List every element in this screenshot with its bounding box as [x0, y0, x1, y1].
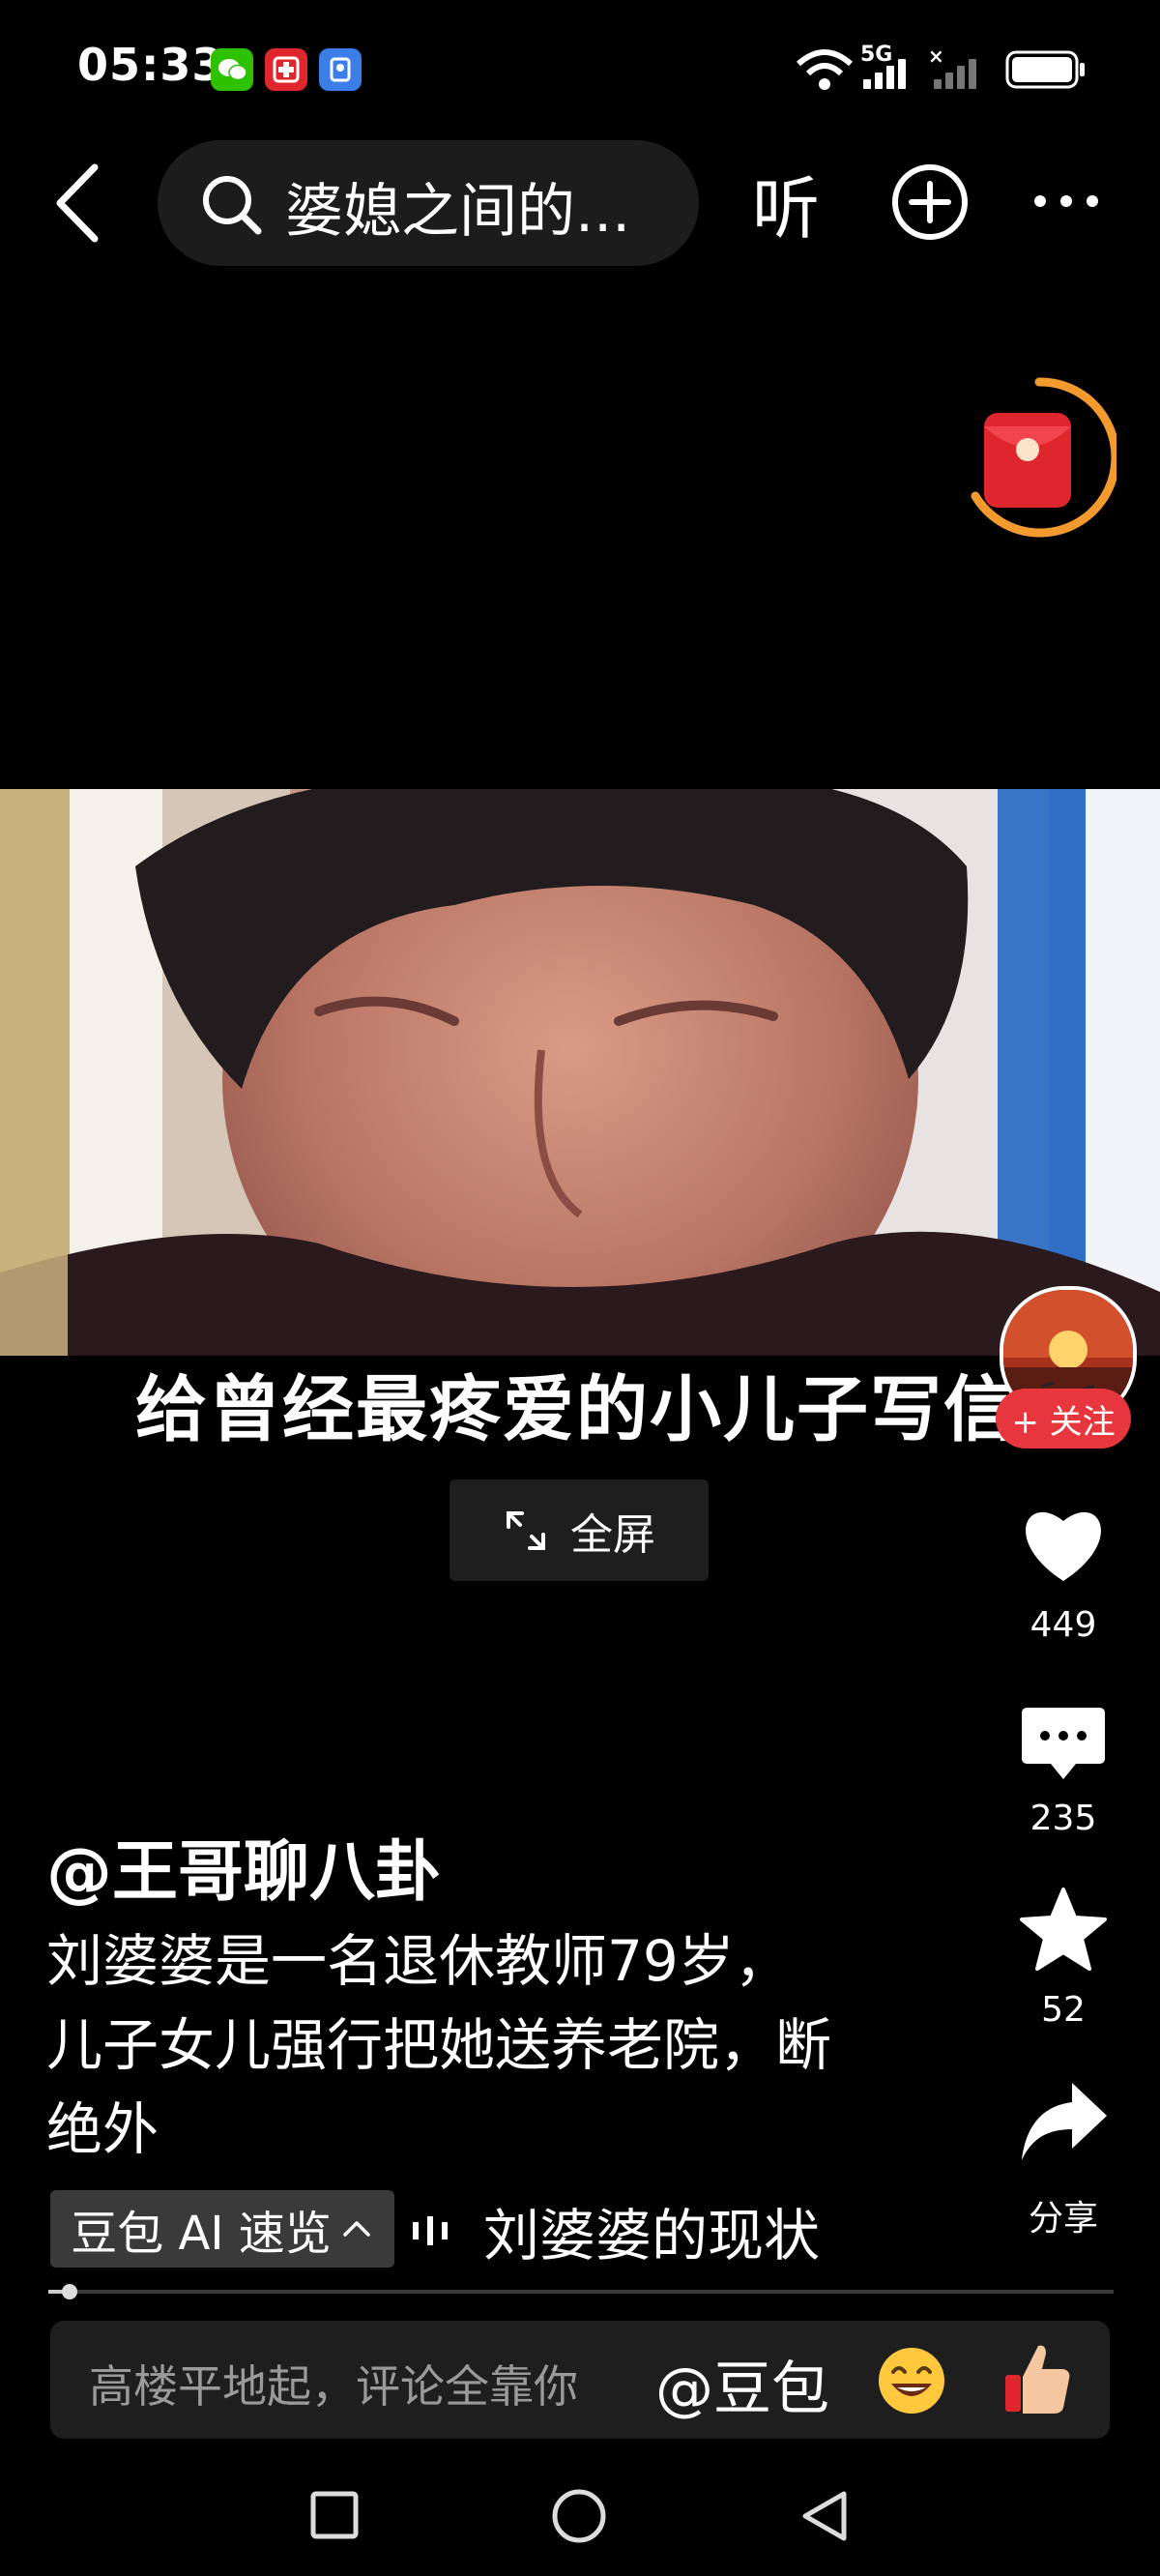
audio-wave-icon	[411, 2214, 455, 2251]
favorite-count: 52	[1041, 1990, 1086, 2030]
ai-tag-label: 豆包 AI 速览	[71, 2207, 332, 2261]
fullscreen-button[interactable]: 全屏	[450, 1479, 709, 1581]
share-label[interactable]: 分享	[1005, 2190, 1121, 2240]
wechat-icon	[211, 48, 253, 91]
status-time: 05:33	[77, 39, 224, 91]
comment-count: 235	[1030, 1799, 1097, 1838]
mention-doubao-button[interactable]: @豆包	[655, 2342, 829, 2426]
expand-icon	[507, 1510, 545, 1550]
signal-strength-2-icon: ×	[928, 44, 988, 89]
video-player[interactable]	[0, 789, 1160, 1356]
ai-summary-text: 刘婆婆的现状	[483, 2203, 821, 2269]
comment-icon[interactable]	[1020, 1704, 1107, 1787]
like-icon[interactable]	[1020, 1504, 1107, 1587]
like-count: 449	[1030, 1605, 1097, 1645]
comment-placeholder: 高楼平地起，评论全靠你	[89, 2360, 578, 2413]
fullscreen-label: 全屏	[570, 1509, 655, 1560]
red-packet-reward-icon[interactable]	[962, 372, 1120, 550]
video-description[interactable]: 刘婆婆是一名退休教师79岁， 儿子女儿强行把她送养老院，断 绝外	[46, 1919, 936, 2172]
blue-app-icon	[319, 48, 362, 91]
share-icon[interactable]	[1018, 2079, 1109, 2170]
ai-summary-toggle[interactable]: 豆包 AI 速览	[50, 2190, 394, 2268]
home-button[interactable]	[551, 2488, 607, 2548]
wifi-icon	[795, 46, 855, 95]
progress-knob[interactable]	[62, 2284, 78, 2299]
video-subtitle: 给曾经最疼爱的小儿子写信	[135, 1368, 1017, 1451]
laugh-emoji-icon[interactable]	[876, 2345, 947, 2420]
back-button[interactable]	[48, 160, 106, 250]
follow-button[interactable]: + 关注	[996, 1389, 1131, 1449]
chevron-up-icon	[343, 2221, 370, 2237]
add-icon[interactable]	[890, 162, 970, 246]
description-line: 儿子女儿强行把她送养老院，断	[46, 2012, 832, 2078]
thumbs-up-emoji-icon[interactable]	[1001, 2340, 1073, 2421]
red-app-icon	[265, 48, 307, 91]
progress-track[interactable]	[48, 2290, 1114, 2294]
description-line: 绝外	[46, 2096, 160, 2162]
signal-strength-icon	[863, 54, 917, 89]
battery-icon	[1005, 50, 1087, 93]
favorite-star-icon[interactable]	[1018, 1886, 1109, 1976]
more-icon[interactable]	[1030, 190, 1102, 217]
description-line: 刘婆婆是一名退休教师79岁，	[46, 1928, 791, 1994]
recent-apps-button[interactable]	[309, 2490, 360, 2544]
search-query: 婆媳之间的...	[285, 178, 631, 246]
listen-button[interactable]: 听	[752, 155, 820, 252]
author-name[interactable]: @王哥聊八卦	[46, 1818, 441, 1914]
video-frame-image	[0, 789, 1160, 1356]
search-icon	[198, 171, 266, 243]
system-back-button[interactable]	[798, 2488, 852, 2548]
